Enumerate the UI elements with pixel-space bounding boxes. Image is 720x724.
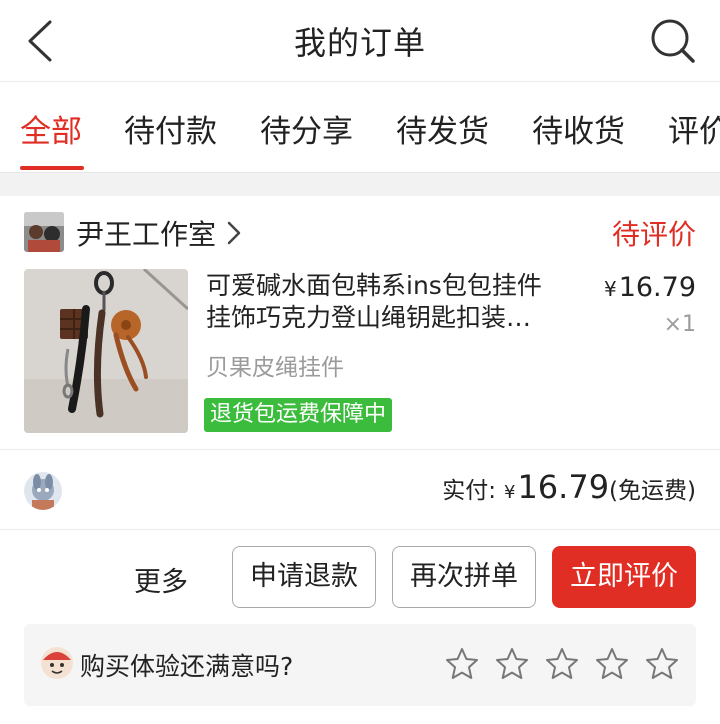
- product-quantity: ×1: [663, 312, 696, 337]
- star-icon[interactable]: [544, 646, 580, 682]
- divider: [0, 529, 720, 530]
- return-shipping-badge: 退货包运费保障中: [204, 398, 393, 432]
- paid-label: 实付:: [442, 478, 496, 504]
- shop-name[interactable]: 尹王工作室: [76, 213, 216, 253]
- shipping-note: (免运费): [609, 478, 696, 504]
- order-card: 尹王工作室 待评价 可爱碱水面包韩系ins包包挂件 挂饰巧克力登山绳钥匙扣装… …: [0, 196, 720, 724]
- star-icon[interactable]: [644, 646, 680, 682]
- chevron-right-icon[interactable]: [226, 220, 242, 246]
- price-currency: ¥: [603, 277, 617, 301]
- search-icon[interactable]: [648, 16, 696, 64]
- paid-amount: 16.79: [517, 468, 610, 506]
- top-bar: 我的订单: [0, 0, 720, 82]
- tab-pending-shipment[interactable]: 待发货: [396, 106, 489, 151]
- reorder-button[interactable]: 再次拼单: [392, 546, 536, 608]
- active-tab-indicator: [20, 166, 84, 170]
- survey-question: 购买体验还满意吗?: [80, 652, 294, 681]
- buyer-avatar: [24, 472, 62, 510]
- price-value: 16.79: [618, 272, 696, 303]
- page-title: 我的订单: [293, 24, 426, 62]
- tab-pending-receipt[interactable]: 待收货: [532, 106, 625, 151]
- product-title[interactable]: 可爱碱水面包韩系ins包包挂件 挂饰巧克力登山绳钥匙扣装…: [206, 270, 586, 334]
- satisfaction-survey: 购买体验还满意吗?: [24, 624, 696, 706]
- paid-currency: ¥: [503, 482, 516, 503]
- product-spec: 贝果皮绳挂件: [206, 355, 344, 381]
- product-image[interactable]: [24, 269, 188, 433]
- mascot-icon: [41, 647, 73, 679]
- star-icon[interactable]: [594, 646, 630, 682]
- product-title-line-2: 挂饰巧克力登山绳钥匙扣装…: [206, 303, 532, 332]
- order-tabs: 全部 待付款 待分享 待发货 待收货 评价: [0, 82, 720, 172]
- order-status: 待评价: [611, 218, 696, 251]
- product-price: ¥16.79: [604, 272, 696, 303]
- review-now-button[interactable]: 立即评价: [552, 546, 696, 608]
- tab-review[interactable]: 评价: [668, 106, 720, 151]
- tab-pending-share[interactable]: 待分享: [260, 106, 353, 151]
- divider: [0, 449, 720, 450]
- tab-pending-payment[interactable]: 待付款: [124, 106, 217, 151]
- payment-summary: 实付: ¥16.79(免运费): [442, 468, 696, 506]
- tab-all[interactable]: 全部: [20, 106, 82, 151]
- section-gap: [0, 172, 720, 196]
- star-icon[interactable]: [494, 646, 530, 682]
- shop-avatar[interactable]: [24, 212, 64, 252]
- star-icon[interactable]: [444, 646, 480, 682]
- request-refund-button[interactable]: 申请退款: [232, 546, 376, 608]
- more-button[interactable]: 更多: [134, 560, 188, 599]
- product-title-line-1: 可爱碱水面包韩系ins包包挂件: [206, 271, 542, 300]
